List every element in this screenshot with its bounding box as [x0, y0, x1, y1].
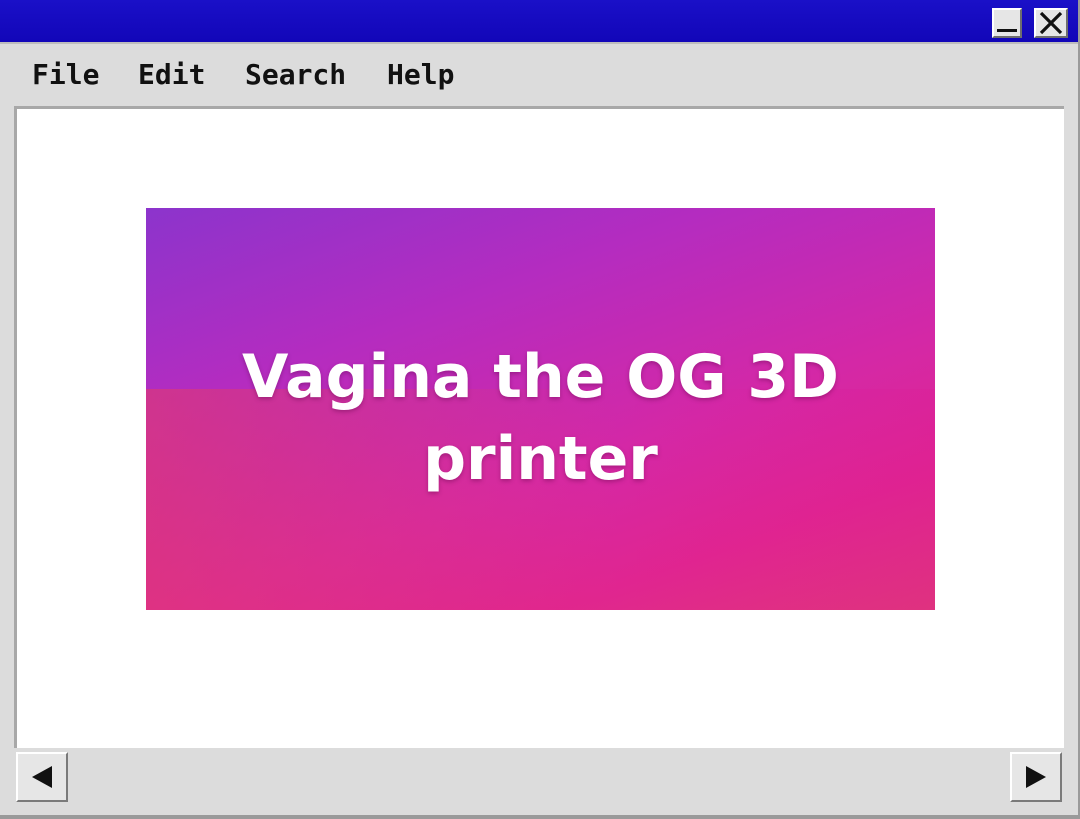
- menu-item-file[interactable]: File: [32, 58, 99, 91]
- menu-item-help[interactable]: Help: [387, 58, 454, 91]
- menu-item-edit[interactable]: Edit: [138, 58, 205, 91]
- close-button[interactable]: [1034, 8, 1068, 38]
- banner-image: Vagina the OG 3D printer: [146, 208, 935, 610]
- content-area: Vagina the OG 3D printer: [14, 106, 1064, 748]
- app-window: File Edit Search Help Vagina the OG 3D p…: [0, 0, 1080, 819]
- menu-bar: File Edit Search Help: [4, 46, 1074, 104]
- arrow-left-icon: [32, 766, 52, 788]
- arrow-right-icon: [1026, 766, 1046, 788]
- title-bar[interactable]: [0, 0, 1078, 44]
- minimize-icon: [997, 29, 1017, 32]
- banner-text: Vagina the OG 3D printer: [242, 342, 839, 494]
- scroll-right-button[interactable]: [1010, 752, 1062, 802]
- menu-item-search[interactable]: Search: [245, 58, 346, 91]
- scroll-track[interactable]: [68, 752, 1010, 802]
- close-icon: [1039, 11, 1063, 35]
- scroll-left-button[interactable]: [16, 752, 68, 802]
- minimize-button[interactable]: [992, 8, 1022, 38]
- horizontal-scrollbar[interactable]: [14, 748, 1064, 804]
